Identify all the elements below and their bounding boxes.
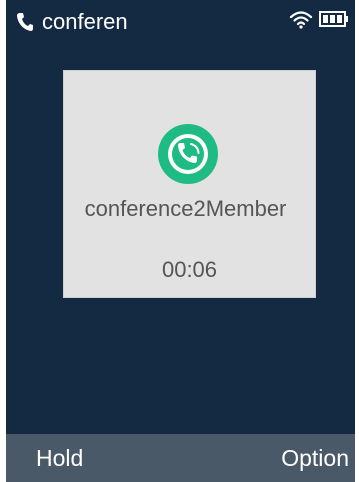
wifi-icon (289, 11, 313, 29)
call-timer: 00:06 (161, 257, 218, 282)
status-left: conferen (16, 10, 128, 34)
status-title: conferen (42, 9, 128, 34)
phone-screen: conferen conference2Member 00:06 Hold Op… (6, 0, 355, 482)
softkey-bar: Hold Option (6, 434, 355, 482)
phone-call-icon (158, 124, 218, 184)
phone-handset-icon (17, 13, 33, 31)
option-button[interactable]: Option (281, 434, 349, 482)
status-bar: conferen (6, 0, 355, 44)
status-indicators (289, 9, 349, 29)
hold-button[interactable]: Hold (36, 434, 83, 482)
caller-name: conference2Member (84, 196, 287, 221)
battery-icon (319, 11, 348, 27)
